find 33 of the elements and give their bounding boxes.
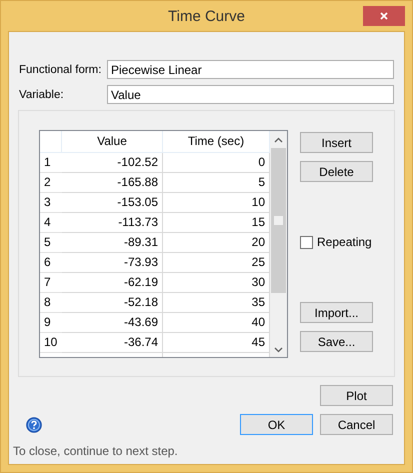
table-cell[interactable]: -52.18 [62, 293, 163, 313]
plot-button[interactable]: Plot [320, 385, 393, 406]
ok-button[interactable]: OK [240, 414, 313, 435]
window-title: Time Curve [168, 8, 245, 24]
close-icon [380, 12, 388, 20]
column-header[interactable]: Value [62, 131, 163, 153]
save-button[interactable]: Save... [300, 331, 373, 352]
close-button[interactable] [363, 6, 405, 26]
table-cell[interactable]: -62.19 [62, 273, 163, 293]
table-cell[interactable]: -102.52 [62, 153, 163, 173]
checkbox[interactable] [300, 236, 313, 248]
table-cell[interactable]: -113.73 [62, 213, 163, 233]
table-cell[interactable]: -165.88 [62, 173, 163, 193]
scroll-up-icon[interactable] [274, 137, 283, 143]
delete-button[interactable]: Delete [300, 161, 373, 182]
import-button[interactable]: Import... [300, 302, 373, 323]
table-cell[interactable]: -153.05 [62, 193, 163, 213]
table-cell[interactable]: -36.74 [62, 333, 163, 353]
insert-button[interactable]: Insert [300, 132, 373, 153]
scrollbar[interactable] [270, 131, 287, 357]
checkbox-label[interactable]: Repeating [317, 235, 372, 249]
scroll-thumb[interactable] [271, 148, 286, 293]
input-field[interactable]: Value [107, 85, 394, 104]
scroll-down-icon[interactable] [274, 347, 283, 353]
table-cell[interactable]: -73.93 [62, 253, 163, 273]
table-cell[interactable]: -89.31 [62, 233, 163, 253]
field-label: Functional form: [19, 64, 102, 76]
input-field[interactable]: Piecewise Linear [107, 60, 394, 79]
help-icon[interactable] [26, 416, 42, 432]
field-label: Variable: [19, 88, 65, 100]
table-cell[interactable]: -43.69 [62, 313, 163, 333]
cancel-button[interactable]: Cancel [320, 414, 393, 435]
status-text: To close, continue to next step. [12, 443, 179, 458]
